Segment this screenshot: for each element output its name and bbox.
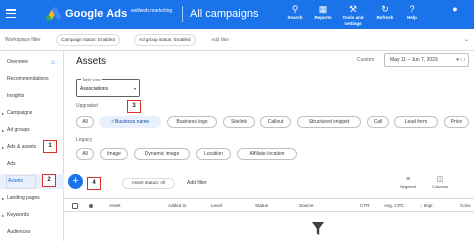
- home-icon: ⌂: [51, 59, 56, 66]
- column-level[interactable]: Level: [211, 203, 222, 208]
- chevron-down-icon[interactable]: ⌄: [464, 36, 469, 43]
- search-icon: ⚲: [291, 4, 299, 14]
- add-asset-button[interactable]: +: [68, 174, 83, 189]
- hamburger-menu-icon[interactable]: [6, 9, 16, 19]
- sidebar-item-overview[interactable]: Overview ⌂: [0, 55, 64, 70]
- sidebar-item-recommendations[interactable]: Recommendations: [0, 72, 64, 87]
- page-heading: Assets: [76, 56, 107, 67]
- select-all-checkbox[interactable]: [72, 202, 78, 209]
- brand-name: Google Ads: [65, 8, 128, 20]
- column-source[interactable]: Source: [299, 203, 314, 208]
- column-conv[interactable]: Conv: [460, 203, 471, 208]
- chip-price[interactable]: Price: [444, 116, 469, 128]
- divider: [182, 6, 183, 22]
- chip-legacy-all[interactable]: All: [76, 148, 94, 160]
- ad-group-status-filter[interactable]: Ad group status: Enabled: [134, 34, 196, 46]
- assets-highlight-label: Assets: [8, 178, 24, 184]
- status-dot-icon: [89, 203, 93, 208]
- column-ctr[interactable]: CTR: [360, 203, 369, 208]
- sidebar-item-keywords[interactable]: Keywords: [0, 208, 64, 223]
- chip-upgraded-all[interactable]: All: [76, 116, 94, 128]
- sidebar-item-ads[interactable]: Ads: [0, 157, 64, 172]
- columns-button[interactable]: ◫ Columns: [428, 176, 452, 189]
- chip-call[interactable]: Call: [367, 116, 389, 128]
- column-impr[interactable]: ↓ Impr.: [420, 203, 434, 208]
- plus-icon: +: [72, 175, 79, 187]
- column-added-to[interactable]: Added to: [168, 203, 186, 208]
- chip-location[interactable]: Location: [196, 148, 231, 160]
- google-ads-logo: [46, 7, 61, 21]
- table-header: Asset Added to Level Status Source CTR A…: [64, 198, 474, 212]
- tools-button[interactable]: ⚒ Tools and settings: [338, 3, 368, 26]
- reports-icon: ▦: [318, 4, 328, 14]
- add-filter-button[interactable]: Add filter: [187, 180, 207, 186]
- help-icon: ?: [409, 4, 415, 14]
- help-button[interactable]: ? Help: [397, 3, 427, 21]
- chip-sitelink[interactable]: Sitelink: [223, 116, 255, 128]
- chip-business-name[interactable]: Business name: [99, 116, 161, 128]
- dropdown-arrow-icon: ▾: [133, 86, 136, 91]
- filter-bar: Workspace filter Campaign status: Enable…: [0, 29, 474, 51]
- sidebar-item-insights[interactable]: Insights: [0, 89, 64, 104]
- sidebar-item-landing-pages[interactable]: Landing pages: [0, 191, 64, 206]
- bell-icon: ●: [452, 4, 458, 14]
- tools-icon: ⚒: [348, 4, 358, 14]
- callout-1: 1: [43, 140, 57, 153]
- chip-image[interactable]: Image: [100, 148, 128, 160]
- segment-button[interactable]: ≡ Segment: [396, 176, 420, 189]
- upgraded-label: Upgraded: [76, 103, 98, 109]
- account-name[interactable]: wellweb.marketing: [131, 8, 172, 14]
- top-app-bar: Google Ads wellweb.marketing All campaig…: [0, 0, 474, 29]
- callout-2: 2: [42, 174, 56, 187]
- workspace-filter-label[interactable]: Workspace filter: [5, 37, 41, 43]
- column-asset[interactable]: Asset: [109, 203, 121, 208]
- column-avg-cpc[interactable]: Avg. CPC: [384, 203, 404, 208]
- campaign-status-filter[interactable]: Campaign status: Enabled: [56, 34, 120, 46]
- table-view-select[interactable]: Table view Associations ▾: [76, 77, 140, 97]
- legacy-label: Legacy: [76, 137, 93, 143]
- page-title[interactable]: All campaigns: [190, 8, 258, 20]
- callout-3: 3: [127, 100, 141, 113]
- date-range-picker[interactable]: May 11 – Jun 7, 2023 ▾ ‹ ›: [384, 53, 469, 67]
- add-filter-link[interactable]: Add filter: [211, 37, 229, 42]
- empty-state-filter-icon: [312, 222, 324, 235]
- segment-icon: ≡: [405, 176, 411, 183]
- reports-button[interactable]: ▦ Reports: [308, 3, 338, 21]
- chip-lead-form[interactable]: Lead form: [394, 116, 438, 128]
- chip-callout[interactable]: Callout: [260, 116, 291, 128]
- chip-dynamic-image[interactable]: Dynamic image: [134, 148, 190, 160]
- callout-4: 4: [87, 177, 101, 190]
- chip-structured-snippet[interactable]: Structured snippet: [297, 116, 361, 128]
- sidebar-item-campaigns[interactable]: Campaigns: [0, 106, 64, 121]
- columns-icon: ◫: [436, 176, 444, 183]
- asset-status-filter[interactable]: Asset status: All: [122, 178, 175, 189]
- chevron-down-icon: ▾ ‹ ›: [456, 57, 465, 63]
- notifications-button[interactable]: ●: [440, 3, 470, 15]
- sidebar-item-ad-groups[interactable]: Ad groups: [0, 123, 64, 138]
- refresh-button[interactable]: ↻ Refresh: [370, 3, 400, 21]
- chip-affiliate-location[interactable]: Affiliate location: [237, 148, 297, 160]
- chip-business-logo[interactable]: Business logo: [167, 116, 217, 128]
- search-button[interactable]: ⚲ Search: [280, 3, 310, 21]
- date-custom-label: Custom: [357, 57, 375, 63]
- refresh-icon: ↻: [381, 4, 389, 14]
- column-status[interactable]: Status: [255, 203, 268, 208]
- sidebar-item-audiences[interactable]: Audiences: [0, 225, 64, 240]
